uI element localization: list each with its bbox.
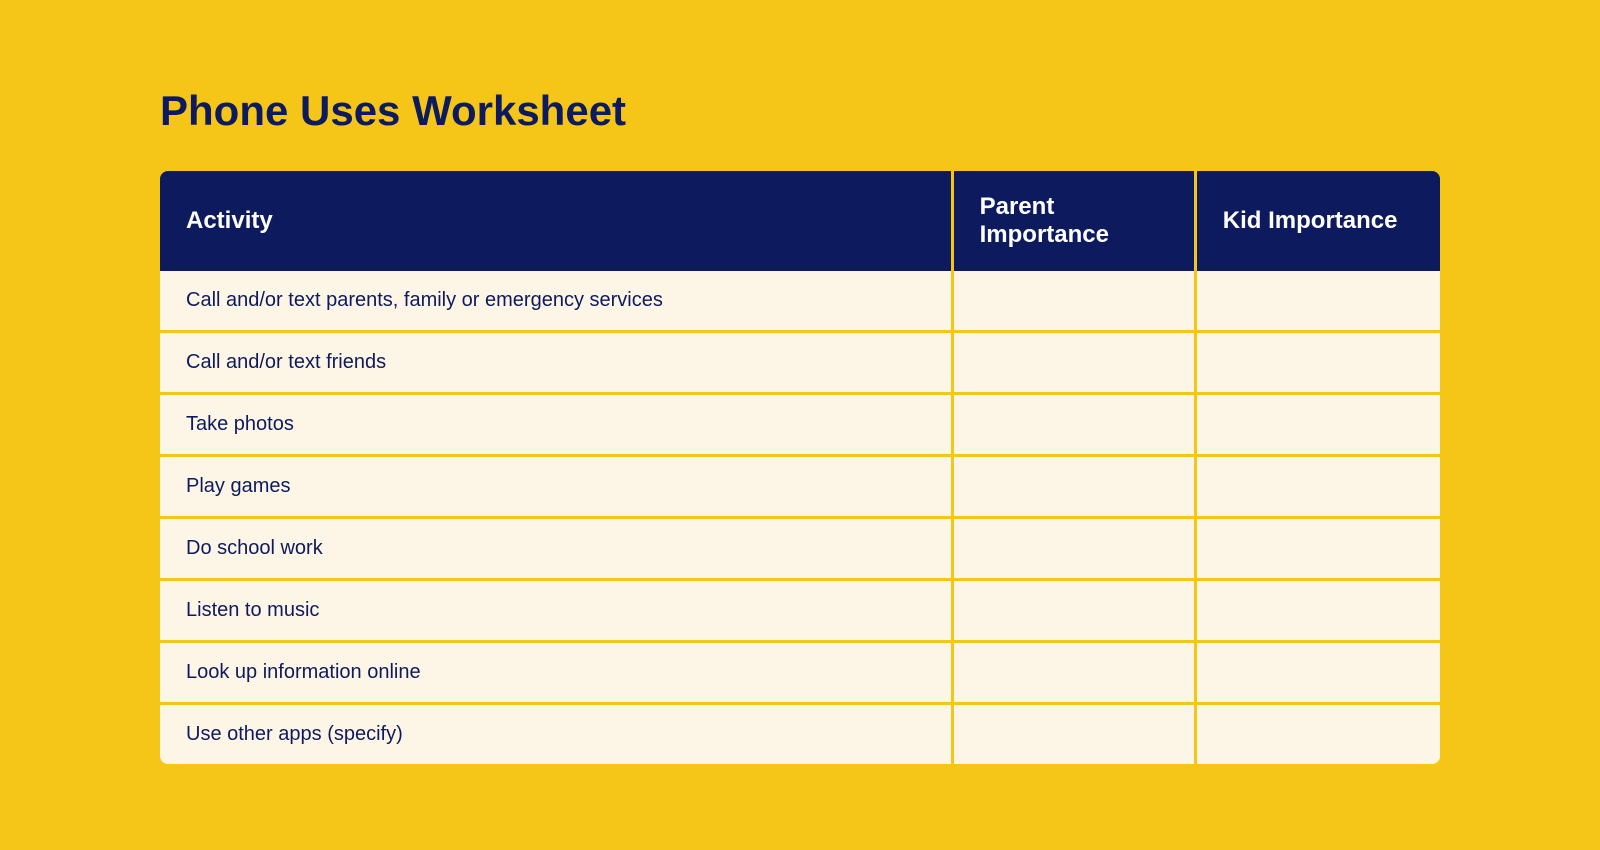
table-row: Take photos: [160, 395, 1440, 457]
cell-parent-importance[interactable]: [954, 643, 1197, 705]
cell-activity: Call and/or text parents, family or emer…: [160, 271, 954, 333]
table-row: Use other apps (specify): [160, 705, 1440, 764]
cell-parent-importance[interactable]: [954, 457, 1197, 519]
cell-activity: Take photos: [160, 395, 954, 457]
cell-kid-importance[interactable]: [1197, 705, 1440, 764]
table-row: Call and/or text parents, family or emer…: [160, 271, 1440, 333]
cell-parent-importance[interactable]: [954, 581, 1197, 643]
cell-activity: Play games: [160, 457, 954, 519]
cell-parent-importance[interactable]: [954, 519, 1197, 581]
cell-kid-importance[interactable]: [1197, 457, 1440, 519]
cell-parent-importance[interactable]: [954, 395, 1197, 457]
header-kid-importance: Kid Importance: [1197, 171, 1440, 271]
cell-activity: Look up information online: [160, 643, 954, 705]
table-body: Call and/or text parents, family or emer…: [160, 271, 1440, 764]
cell-parent-importance[interactable]: [954, 333, 1197, 395]
table-header-row: Activity Parent Importance Kid Importanc…: [160, 171, 1440, 271]
page-title: Phone Uses Worksheet: [160, 87, 1440, 135]
table-row: Play games: [160, 457, 1440, 519]
table-row: Call and/or text friends: [160, 333, 1440, 395]
cell-kid-importance[interactable]: [1197, 333, 1440, 395]
header-parent-importance: Parent Importance: [954, 171, 1197, 271]
cell-activity: Do school work: [160, 519, 954, 581]
header-activity: Activity: [160, 171, 954, 271]
table-row: Do school work: [160, 519, 1440, 581]
cell-kid-importance[interactable]: [1197, 395, 1440, 457]
cell-kid-importance[interactable]: [1197, 581, 1440, 643]
worksheet-container: Phone Uses Worksheet Activity Parent Imp…: [100, 37, 1500, 814]
cell-kid-importance[interactable]: [1197, 271, 1440, 333]
cell-kid-importance[interactable]: [1197, 519, 1440, 581]
table-row: Listen to music: [160, 581, 1440, 643]
cell-activity: Listen to music: [160, 581, 954, 643]
cell-activity: Call and/or text friends: [160, 333, 954, 395]
table-row: Look up information online: [160, 643, 1440, 705]
activities-table: Activity Parent Importance Kid Importanc…: [160, 171, 1440, 764]
cell-parent-importance[interactable]: [954, 705, 1197, 764]
cell-parent-importance[interactable]: [954, 271, 1197, 333]
cell-kid-importance[interactable]: [1197, 643, 1440, 705]
cell-activity: Use other apps (specify): [160, 705, 954, 764]
